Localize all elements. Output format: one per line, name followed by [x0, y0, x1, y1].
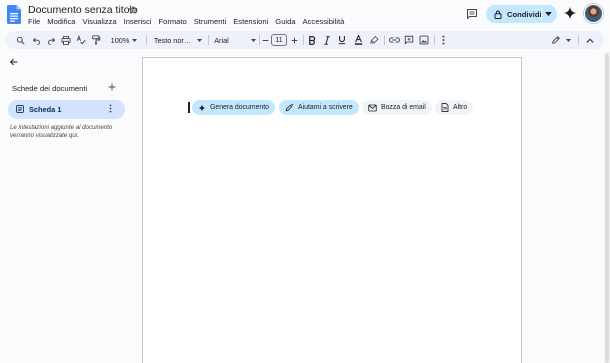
comments-icon[interactable]: [466, 8, 478, 20]
add-tab-icon[interactable]: [107, 82, 117, 92]
share-button[interactable]: Condividi: [486, 5, 557, 23]
decrease-font-size-icon[interactable]: [260, 31, 270, 49]
editing-mode-select[interactable]: [547, 31, 575, 49]
email-icon: [368, 104, 377, 111]
menu-guida[interactable]: Guida: [275, 17, 295, 26]
pen-sparkle-icon: [285, 103, 294, 112]
menu-strumenti[interactable]: Strumenti: [194, 17, 227, 26]
chevron-down-icon: [250, 38, 256, 42]
toolbar-divider: [384, 35, 385, 45]
genera-documento-chip[interactable]: Genera documento: [192, 100, 275, 115]
paint-format-icon[interactable]: [90, 31, 102, 49]
more-options-icon[interactable]: [438, 31, 448, 49]
document-title[interactable]: Documento senza titolo: [28, 4, 138, 16]
insert-image-icon[interactable]: [418, 31, 430, 49]
sparkle-icon: [198, 103, 206, 112]
gemini-sparkle-icon[interactable]: [563, 6, 577, 20]
sidebar-hint: Le intestazioni aggiunte al documento ve…: [10, 124, 113, 140]
chip-label: Altro: [453, 104, 468, 111]
tab-document-icon: [16, 105, 24, 113]
menu-accessibilita[interactable]: Accessibilità: [303, 17, 345, 26]
toolbar-divider: [303, 35, 304, 45]
lock-icon: [494, 10, 502, 19]
italic-icon[interactable]: [321, 31, 333, 49]
add-comment-icon[interactable]: [403, 31, 415, 49]
bold-icon[interactable]: [306, 31, 318, 49]
toolbar-divider: [434, 35, 435, 45]
menu-visualizza[interactable]: Visualizza: [83, 17, 117, 26]
arrow-back-icon[interactable]: [9, 57, 19, 67]
menu-formato[interactable]: Formato: [158, 17, 186, 26]
share-divider: [541, 8, 542, 20]
increase-font-size-icon[interactable]: [289, 31, 299, 49]
tab-label: Scheda 1: [29, 105, 62, 114]
menu-bar: File Modifica Visualizza Inserisci Forma…: [28, 17, 344, 26]
chip-label: Bozza di email: [381, 104, 426, 111]
chevron-down-icon: [132, 38, 138, 42]
chevron-down-icon[interactable]: [545, 12, 552, 16]
bozza-di-email-chip[interactable]: Bozza di email: [362, 100, 432, 115]
tab-more-options-icon[interactable]: [109, 104, 112, 113]
font-select[interactable]: Arial: [212, 31, 258, 49]
toolbar: 100% Testo nor… Arial 11: [6, 31, 604, 49]
app-header: Documento senza titolo File Modifica Vis…: [0, 0, 610, 30]
account-avatar[interactable]: [584, 4, 603, 23]
chevron-up-icon[interactable]: [584, 31, 596, 49]
toolbar-divider: [578, 35, 579, 45]
text-color-icon[interactable]: [352, 31, 364, 49]
chip-label: Aiutami a scrivere: [298, 104, 353, 111]
star-icon[interactable]: [128, 5, 138, 15]
redo-icon[interactable]: [45, 31, 57, 49]
search-menus-icon[interactable]: [14, 31, 26, 49]
document-page[interactable]: Genera documento Aiutami a scrivere Bozz…: [142, 57, 522, 363]
paragraph-style-select[interactable]: Testo nor…: [150, 31, 206, 49]
chip-label: Genera documento: [210, 104, 269, 111]
toolbar-divider: [146, 35, 147, 45]
font-size-input[interactable]: 11: [271, 34, 287, 46]
menu-estensioni[interactable]: Estensioni: [233, 17, 268, 26]
toolbar-divider: [208, 35, 209, 45]
text-cursor: [188, 102, 190, 113]
doc-more-icon: [441, 103, 449, 112]
chevron-down-icon: [566, 38, 571, 42]
highlight-color-icon[interactable]: [368, 31, 380, 49]
zoom-value: 100%: [110, 35, 130, 45]
menu-inserisci[interactable]: Inserisci: [124, 17, 152, 26]
menu-modifica[interactable]: Modifica: [47, 17, 75, 26]
menu-file[interactable]: File: [28, 17, 40, 26]
pencil-icon: [552, 36, 560, 44]
print-icon[interactable]: [60, 31, 72, 49]
share-main[interactable]: Condividi: [486, 5, 542, 23]
sidebar-tab-scheda-1[interactable]: Scheda 1: [8, 100, 125, 119]
share-label: Condividi: [507, 9, 542, 19]
sidebar-title: Schede dei documenti: [12, 84, 88, 93]
paragraph-style-value: Testo nor…: [153, 35, 192, 45]
insert-link-icon[interactable]: [388, 31, 400, 49]
altro-chip[interactable]: Altro: [435, 100, 474, 115]
font-value: Arial: [214, 35, 229, 45]
zoom-select[interactable]: 100%: [106, 31, 142, 49]
underline-icon[interactable]: [336, 31, 348, 49]
spellcheck-icon[interactable]: [75, 31, 87, 49]
scrollbar-thumb[interactable]: [605, 54, 609, 363]
undo-icon[interactable]: [30, 31, 42, 49]
chevron-down-icon: [197, 38, 203, 42]
aiutami-a-scrivere-chip[interactable]: Aiutami a scrivere: [279, 100, 359, 115]
docs-logo-icon[interactable]: [7, 5, 21, 24]
